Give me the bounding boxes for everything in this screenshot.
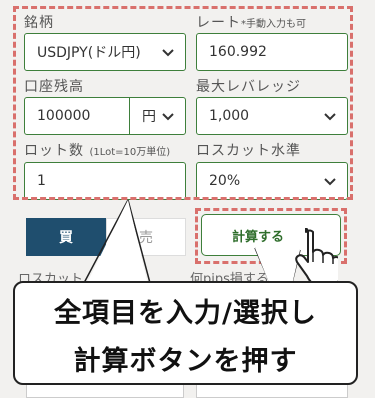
callout-line-1: 全項目を入力/選択し — [54, 298, 317, 329]
hand-pointer-icon — [295, 228, 338, 284]
instruction-callout: 全項目を入力/選択し 計算ボタンを押す — [13, 281, 358, 385]
callout-line-2: 計算ボタンを押す — [73, 346, 298, 377]
